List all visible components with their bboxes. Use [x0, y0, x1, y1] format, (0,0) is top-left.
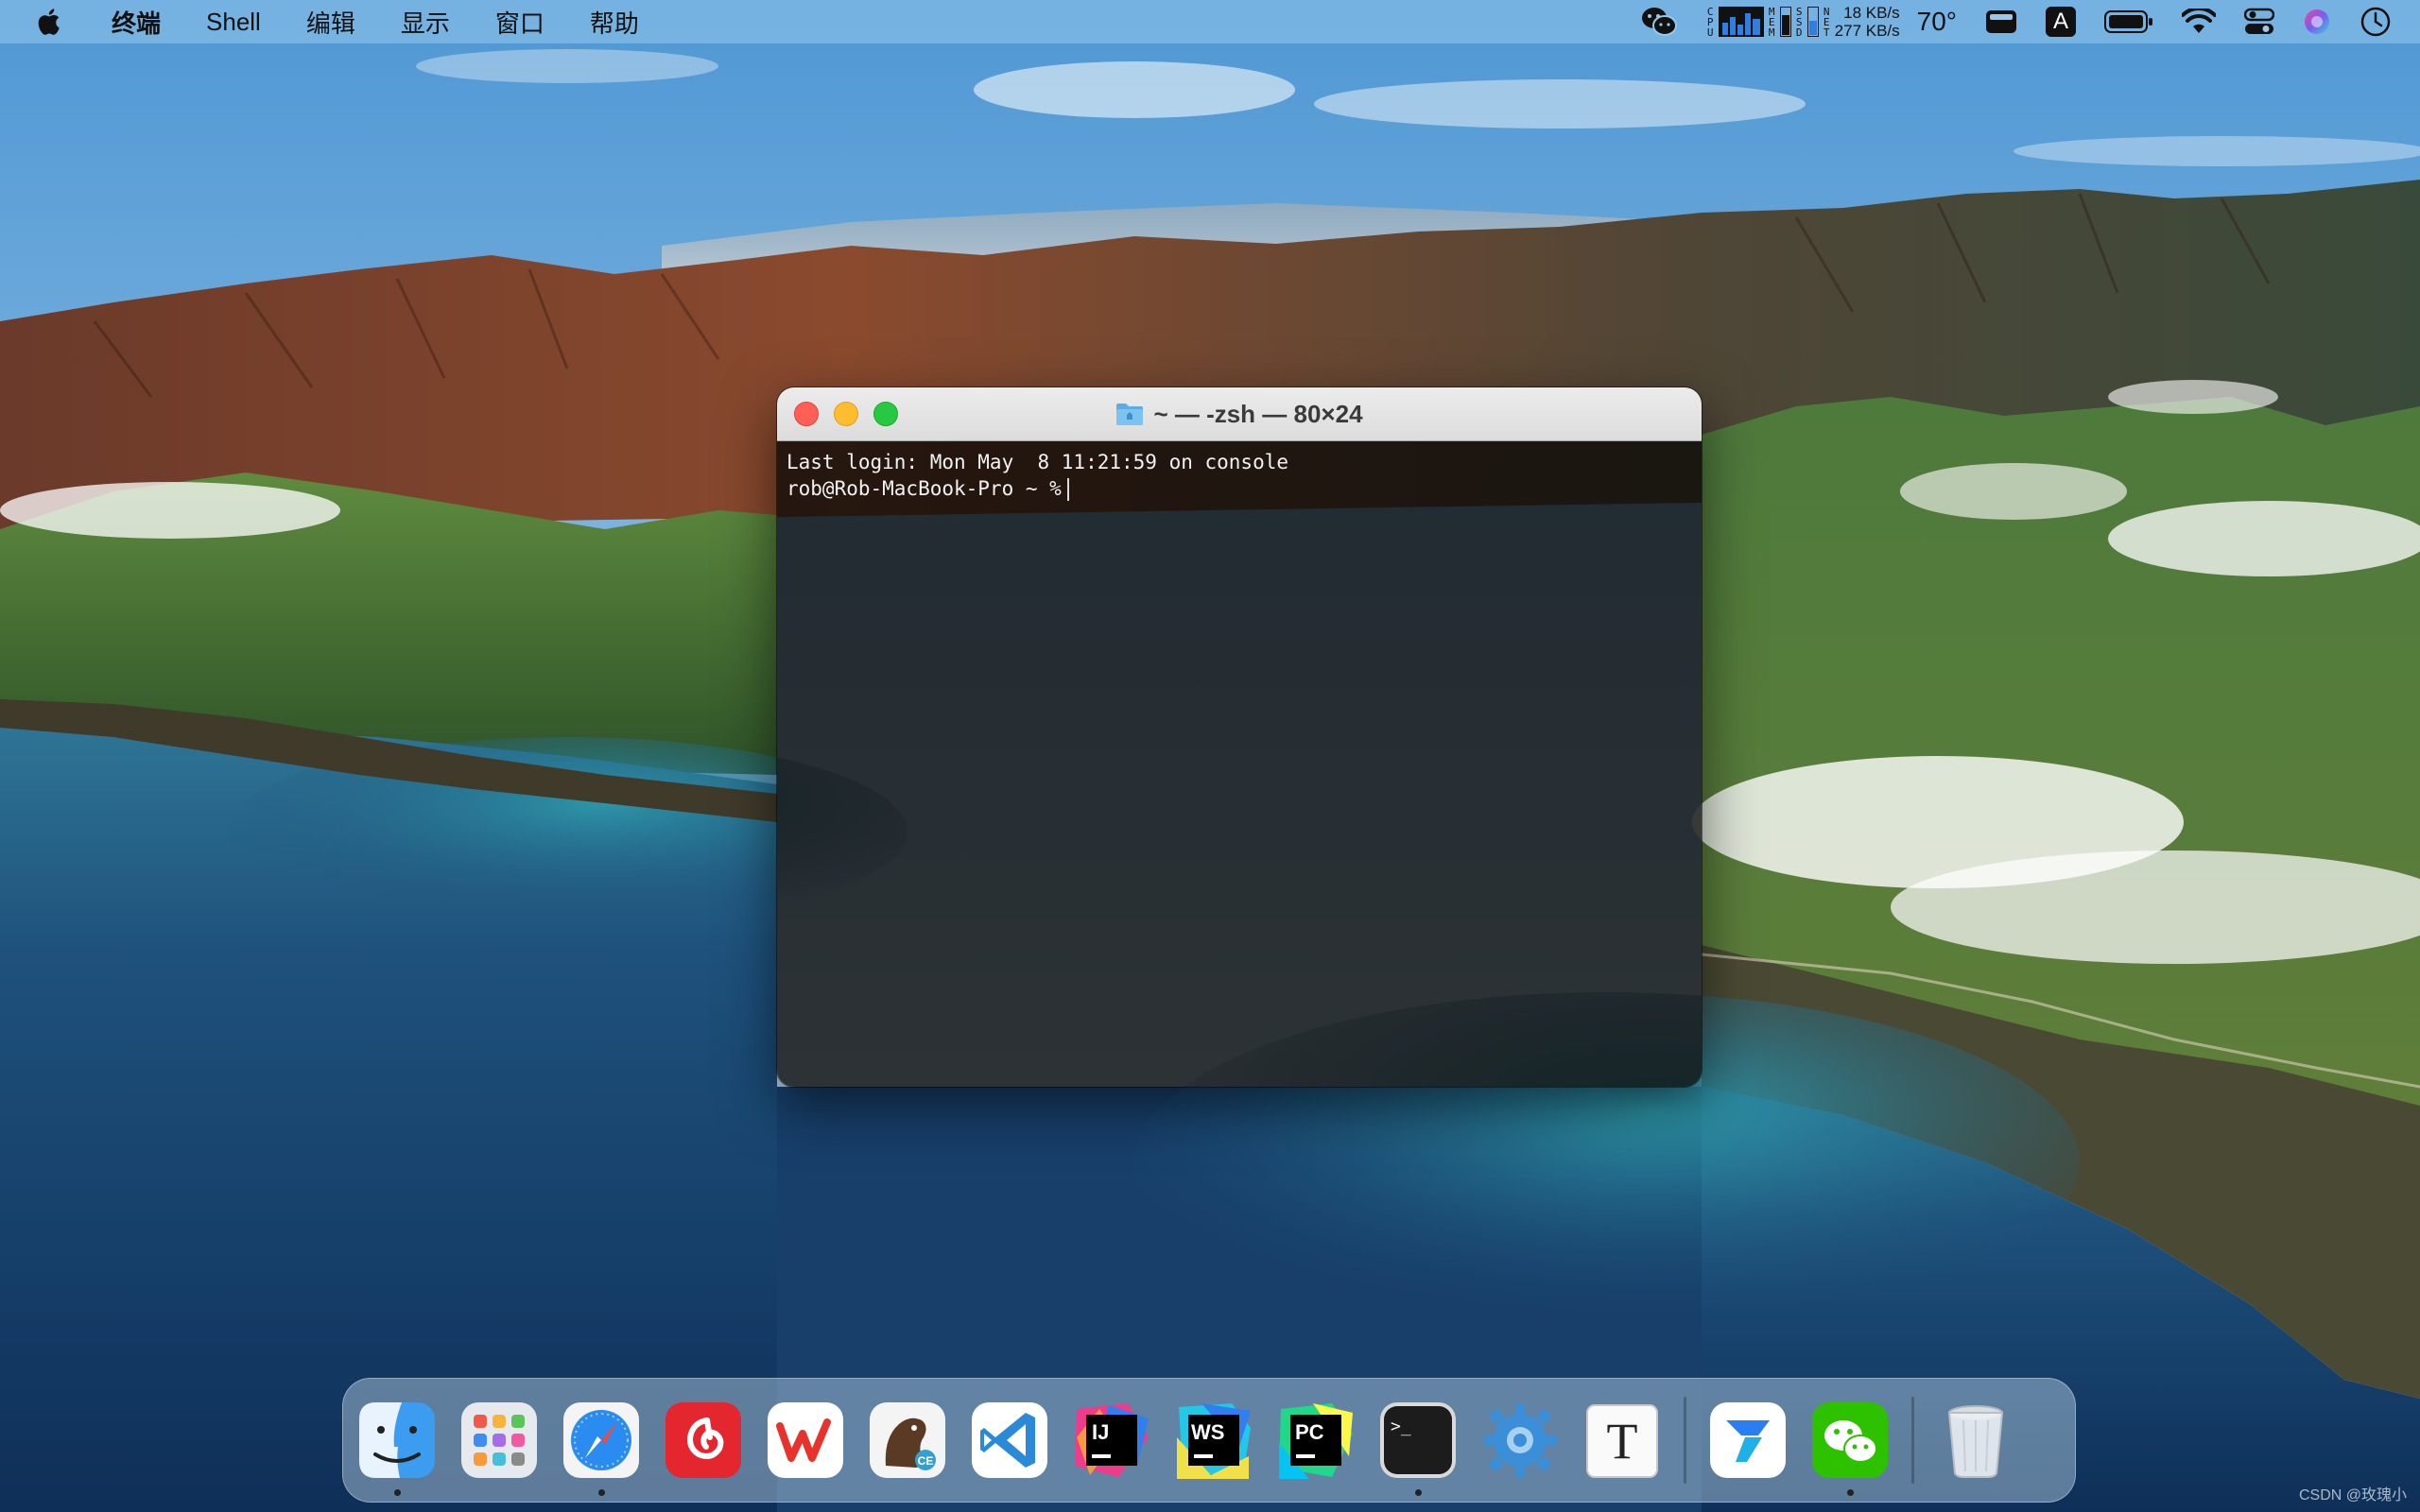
dock-lanxin[interactable]	[1707, 1400, 1789, 1481]
launchpad-icon	[461, 1402, 537, 1478]
temperature-readout: 70°	[1916, 7, 1957, 36]
sequel-ace-icon: CE	[870, 1402, 945, 1478]
webstorm-icon: WS	[1177, 1403, 1251, 1479]
input-method-label: A	[2046, 7, 2076, 37]
siri-icon[interactable]	[2303, 8, 2331, 36]
dock-typora[interactable]: T	[1582, 1400, 1663, 1481]
watermark: CSDN @玫瑰小	[2298, 1487, 2407, 1503]
pycharm-icon: PC	[1279, 1403, 1353, 1479]
menu-shell[interactable]: Shell	[183, 0, 284, 43]
sequel-ace-badge: CE	[918, 1454, 934, 1468]
clock-icon[interactable]	[2360, 6, 2392, 38]
wps-icon	[768, 1402, 843, 1478]
running-indicator	[394, 1489, 401, 1496]
dock-vscode[interactable]	[969, 1400, 1050, 1481]
running-indicator	[1847, 1489, 1854, 1496]
battery-icon[interactable]	[2104, 9, 2153, 34]
typora-icon: T	[1586, 1404, 1658, 1478]
dock-netease-music[interactable]	[663, 1400, 744, 1481]
network-speed: 18 KB/s 277 KB/s	[1835, 4, 1900, 40]
lanxin-icon	[1710, 1402, 1786, 1478]
intellij-label: IJ	[1092, 1420, 1109, 1444]
dock-intellij[interactable]: IJ	[1071, 1400, 1152, 1481]
dock-pycharm[interactable]: PC	[1275, 1400, 1357, 1481]
text-cursor	[1066, 478, 1069, 501]
menu-help[interactable]: 帮助	[567, 0, 662, 43]
menu-window[interactable]: 窗口	[473, 0, 567, 43]
last-login-line: Last login: Mon May 8 11:21:59 on consol…	[786, 451, 1289, 473]
dock-trash[interactable]	[1935, 1400, 2016, 1481]
network-upload: 18 KB/s	[1843, 4, 1900, 22]
terminal-window[interactable]: ~ — -zsh — 80×24 Last login: Mon May 8 1…	[777, 387, 1702, 1087]
stage-manager-icon[interactable]	[1985, 8, 2017, 36]
typora-letter: T	[1607, 1413, 1638, 1469]
menu-view[interactable]: 显示	[378, 0, 473, 43]
terminal-icon: >_	[1380, 1402, 1456, 1478]
cpu-graph-icon	[1718, 7, 1764, 37]
wechat-icon	[1812, 1402, 1888, 1478]
terminal-titlebar[interactable]: ~ — -zsh — 80×24	[777, 387, 1702, 441]
running-indicator	[1415, 1489, 1422, 1496]
intellij-icon: IJ	[1075, 1403, 1149, 1477]
input-method-icon[interactable]: A	[2046, 7, 2076, 37]
running-indicator	[598, 1489, 605, 1496]
prompt-line[interactable]: rob@Rob-MacBook-Pro ~ %	[786, 475, 1692, 502]
terminal-content[interactable]: Last login: Mon May 8 11:21:59 on consol…	[777, 441, 1702, 1087]
folder-icon	[1116, 404, 1144, 425]
dock-system-settings[interactable]	[1479, 1400, 1561, 1481]
control-center-icon[interactable]	[2244, 8, 2274, 36]
dock: CE IJ WS PC >_ T	[342, 1378, 2076, 1503]
mem-label: MEM	[1768, 5, 1775, 39]
dock-separator	[1684, 1397, 1686, 1484]
finder-icon	[359, 1402, 435, 1478]
menu-app-name[interactable]: 终端	[98, 0, 183, 43]
dock-webstorm[interactable]: WS	[1173, 1400, 1254, 1481]
dock-terminal[interactable]: >_	[1377, 1400, 1459, 1496]
dock-wechat[interactable]	[1809, 1400, 1891, 1496]
system-stats-widget[interactable]: CPU MEM SSD NET 18 KB/s 277 KB/s 70°	[1706, 4, 1957, 40]
cpu-label: CPU	[1706, 5, 1714, 39]
dock-wps[interactable]	[765, 1400, 846, 1481]
menu-edit[interactable]: 编辑	[284, 0, 378, 43]
window-title: ~ — -zsh — 80×24	[1153, 399, 1363, 428]
terminal-prompt-glyph: >_	[1391, 1417, 1411, 1436]
vscode-icon	[972, 1402, 1047, 1478]
net-label: NET	[1823, 5, 1830, 39]
dock-sequel-ace[interactable]: CE	[867, 1400, 948, 1481]
trash-icon	[1947, 1405, 2004, 1478]
network-download: 277 KB/s	[1834, 22, 1900, 40]
webstorm-label: WS	[1191, 1420, 1224, 1444]
wechat-status-icon[interactable]	[1640, 6, 1678, 38]
ssd-label: SSD	[1795, 5, 1803, 39]
dock-safari[interactable]	[561, 1400, 642, 1496]
wifi-icon[interactable]	[2182, 9, 2216, 35]
dock-finder[interactable]	[356, 1400, 438, 1496]
menu-bar: 终端 Shell 编辑 显示 窗口 帮助 CPU MEM SSD NET 18 …	[0, 0, 2420, 43]
pycharm-label: PC	[1295, 1420, 1324, 1444]
memory-bar-icon	[1779, 7, 1791, 37]
dock-separator	[1911, 1397, 1914, 1484]
netease-music-icon	[666, 1402, 741, 1478]
gear-icon	[1483, 1403, 1557, 1477]
shell-prompt: rob@Rob-MacBook-Pro ~ %	[786, 477, 1062, 500]
dock-launchpad[interactable]	[458, 1400, 540, 1481]
safari-icon	[563, 1402, 639, 1478]
apple-menu-icon[interactable]	[34, 6, 66, 38]
disk-bar-icon	[1806, 7, 1819, 37]
